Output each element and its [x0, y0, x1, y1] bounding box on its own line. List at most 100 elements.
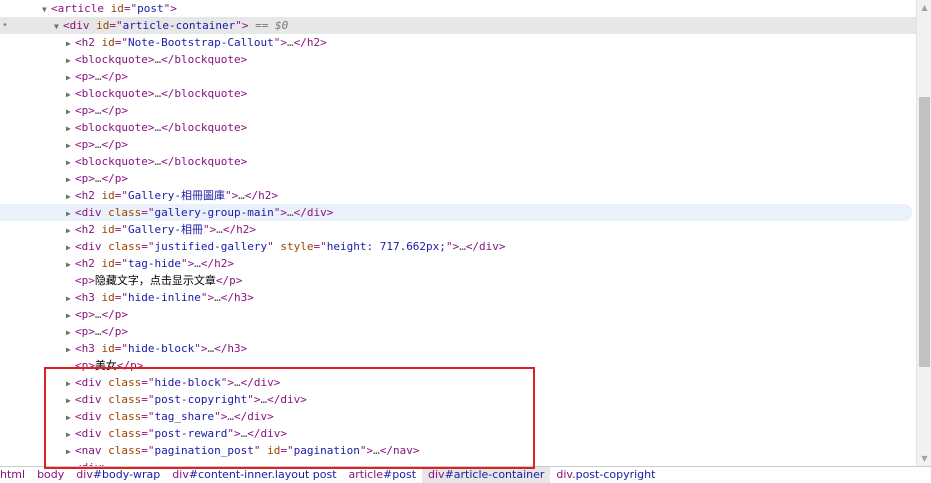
collapsed-ellipsis[interactable]: … — [214, 291, 221, 304]
collapsed-ellipsis[interactable]: … — [287, 36, 294, 49]
breadcrumb-item[interactable]: div.post-copyright — [550, 467, 661, 483]
close-tag: </p> — [215, 274, 243, 287]
breadcrumb-tag: div — [428, 468, 445, 481]
dom-node-row[interactable]: ▶ <p>…</p> — [0, 68, 128, 85]
scroll-up-arrow-icon[interactable]: ▲ — [917, 0, 931, 15]
attr-value: height: 717.662px; — [326, 240, 446, 253]
expand-right-triangle-icon[interactable]: ▶ — [66, 290, 75, 307]
breadcrumb-item[interactable]: article#post — [343, 467, 423, 483]
breadcrumb-tag: div — [172, 468, 189, 481]
dom-node-row[interactable]: ▶ <p>…</p> — [0, 170, 128, 187]
expand-down-triangle-icon[interactable]: ▼ — [42, 1, 51, 18]
row-context-menu-dots[interactable]: • — [2, 17, 8, 34]
breadcrumb-item[interactable]: div#article-container — [422, 467, 551, 483]
dom-node-row[interactable]: ▶ <p>…</p> — [0, 323, 128, 340]
expand-right-triangle-icon[interactable]: ▶ — [66, 256, 75, 273]
close-tag: </blockquote> — [161, 121, 248, 134]
open-tag: <p — [75, 274, 89, 287]
expand-right-triangle-icon[interactable]: ▶ — [66, 103, 75, 120]
expand-right-triangle-icon[interactable]: ▶ — [66, 137, 75, 154]
attr-name: id — [101, 36, 115, 49]
dom-node-row[interactable]: ▼ <div id="article-container"> == $0 — [0, 17, 916, 34]
collapsed-ellipsis[interactable]: … — [95, 325, 102, 338]
attr-quote: " — [267, 240, 274, 253]
dom-node-row[interactable]: ▶ <h2 id="Gallery-相冊圖庫">…</h2> — [0, 187, 278, 204]
breadcrumb-item[interactable]: div#content-inner.layout post — [166, 467, 342, 483]
expand-right-triangle-icon[interactable]: ▶ — [66, 120, 75, 137]
close-tag: </p> — [101, 104, 129, 117]
breadcrumb-selector: #content-inner.layout post — [188, 468, 337, 481]
close-tag: </h3> — [220, 291, 254, 304]
close-tag: </p> — [101, 70, 129, 83]
expand-right-triangle-icon[interactable]: ▶ — [66, 52, 75, 69]
dom-node-row[interactable]: ▶ <p>…</p> — [0, 136, 128, 153]
attr-equals: =" — [114, 189, 128, 202]
breadcrumb-item[interactable]: body — [31, 467, 70, 483]
close-tag: </p> — [101, 138, 129, 151]
text-node: 隐藏文字，点击显示文章 — [94, 274, 216, 287]
attr-value: Note-Bootstrap-Callout — [128, 36, 274, 49]
breadcrumb-selector: #article-container — [444, 468, 545, 481]
collapsed-ellipsis[interactable]: … — [459, 240, 466, 253]
console-ref-badge: == $0 — [255, 19, 289, 32]
open-tag: <p — [75, 308, 89, 321]
expand-down-triangle-icon[interactable]: ▼ — [54, 18, 63, 35]
scroll-down-arrow-icon[interactable]: ▼ — [917, 451, 931, 466]
expand-right-triangle-icon[interactable]: ▶ — [66, 205, 75, 222]
dom-node-row[interactable]: ▶ <div class="justified-gallery" style="h… — [0, 238, 506, 255]
dom-node-row[interactable]: ▶ <h2 id="Gallery-相冊">…</h2> — [0, 221, 256, 238]
dom-node-row[interactable]: ▶ <blockquote>…</blockquote> — [0, 51, 247, 68]
collapsed-ellipsis[interactable]: … — [95, 104, 102, 117]
collapsed-ellipsis[interactable]: … — [95, 70, 102, 83]
open-tag-close: > — [280, 36, 287, 49]
expand-right-triangle-icon[interactable]: ▶ — [66, 188, 75, 205]
dom-node-row[interactable]: ▶ <p>…</p> — [0, 102, 128, 119]
close-tag: </h3> — [214, 342, 248, 355]
dom-node-row[interactable]: ▶ <blockquote>…</blockquote> — [0, 119, 247, 136]
attr-value: Gallery-相冊 — [128, 223, 203, 236]
scrollbar-thumb[interactable] — [919, 97, 930, 367]
close-tag: </h2> — [222, 223, 256, 236]
collapsed-ellipsis[interactable]: … — [287, 206, 294, 219]
dom-node-row[interactable]: ▼ <article id="post"> — [0, 0, 177, 17]
dom-node-row[interactable]: ▶ <h3 id="hide-inline">…</h3> — [0, 289, 254, 306]
open-tag: <div — [75, 240, 102, 253]
expand-right-triangle-icon[interactable]: ▶ — [66, 239, 75, 256]
open-tag: <h2 — [75, 223, 95, 236]
expand-right-triangle-icon[interactable]: ▶ — [66, 86, 75, 103]
open-tag: <p — [75, 325, 89, 338]
dom-node-row[interactable]: ▶ <div class="gallery-group-main">…</div> — [0, 204, 912, 221]
vertical-scrollbar[interactable]: ▲ ▼ — [916, 0, 931, 466]
open-tag: <div — [75, 206, 102, 219]
dom-node-row[interactable]: ▶ <h3 id="hide-block">…</h3> — [0, 340, 247, 357]
breadcrumb-tag: article — [348, 468, 384, 481]
attr-quote: " — [235, 19, 242, 32]
expand-right-triangle-icon[interactable]: ▶ — [66, 171, 75, 188]
dom-node-row[interactable]: ▶ <p>…</p> — [0, 306, 128, 323]
collapsed-ellipsis[interactable]: … — [238, 189, 245, 202]
collapsed-ellipsis[interactable]: … — [95, 308, 102, 321]
expand-right-triangle-icon[interactable]: ▶ — [66, 69, 75, 86]
open-tag-close: > — [280, 206, 287, 219]
collapsed-ellipsis[interactable]: … — [95, 172, 102, 185]
collapsed-ellipsis[interactable]: … — [216, 223, 223, 236]
expand-right-triangle-icon[interactable]: ▶ — [66, 222, 75, 239]
breadcrumb-item[interactable]: html — [0, 467, 31, 483]
collapsed-ellipsis[interactable]: … — [194, 257, 201, 270]
attr-equals: =" — [114, 223, 128, 236]
attr-value: gallery-group-main — [154, 206, 274, 219]
breadcrumb-item[interactable]: div#body-wrap — [70, 467, 166, 483]
expand-right-triangle-icon[interactable]: ▶ — [66, 341, 75, 358]
dom-node-row[interactable]: <p>隐藏文字，点击显示文章</p> — [0, 272, 242, 289]
attr-name: id — [101, 189, 115, 202]
expand-right-triangle-icon[interactable]: ▶ — [66, 324, 75, 341]
expand-right-triangle-icon[interactable]: ▶ — [66, 154, 75, 171]
dom-node-row[interactable]: ▶ <h2 id="tag-hide">…</h2> — [0, 255, 234, 272]
expand-right-triangle-icon[interactable]: ▶ — [66, 307, 75, 324]
dom-node-row[interactable]: ▶ <h2 id="Note-Bootstrap-Callout">…</h2> — [0, 34, 327, 51]
attr-equals: =" — [114, 36, 128, 49]
dom-node-row[interactable]: ▶ <blockquote>…</blockquote> — [0, 153, 247, 170]
expand-right-triangle-icon[interactable]: ▶ — [66, 35, 75, 52]
collapsed-ellipsis[interactable]: … — [95, 138, 102, 151]
dom-node-row[interactable]: ▶ <blockquote>…</blockquote> — [0, 85, 247, 102]
